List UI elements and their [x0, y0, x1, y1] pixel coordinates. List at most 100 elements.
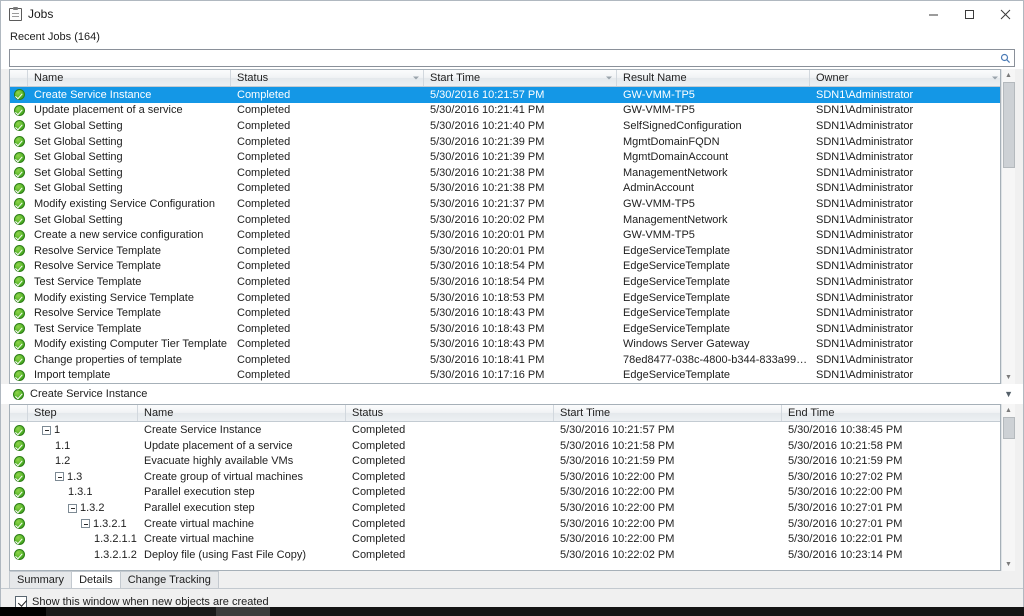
tab-summary[interactable]: Summary: [9, 571, 73, 589]
table-row[interactable]: 1 Create Service Instance Completed 5/30/20…: [10, 422, 1000, 438]
detail-header-status[interactable]: Status: [346, 405, 554, 422]
search-input[interactable]: [14, 50, 998, 66]
table-row[interactable]: Test Service Template Completed 5/30/2016 …: [10, 321, 1000, 337]
tree-collapse-icon[interactable]: [68, 503, 77, 513]
table-row[interactable]: 1.3.2.1 Create virtual machine Completed 5/…: [10, 516, 1000, 532]
tree-collapse-icon[interactable]: [42, 425, 51, 435]
jobs-header-result-name[interactable]: Result Name: [617, 70, 810, 86]
cell-status: Completed: [352, 470, 406, 483]
cell-owner: SDN1\Administrator: [816, 322, 914, 335]
detail-header-name[interactable]: Name: [138, 405, 346, 422]
table-row[interactable]: 1.1 Update placement of a service Complete…: [10, 438, 1000, 454]
cell-result: 78ed8477-038c-4800-b344-833a998eae99: [623, 353, 810, 366]
filter-chevron-icon[interactable]: [413, 76, 419, 80]
table-row[interactable]: Set Global Setting Completed 5/30/2016 10:…: [10, 165, 1000, 181]
table-row[interactable]: Import template Completed 5/30/2016 10:17:…: [10, 368, 1000, 384]
cell-owner: SDN1\Administrator: [816, 119, 914, 132]
tree-collapse-icon[interactable]: [81, 519, 90, 529]
table-row[interactable]: Update placement of a service Completed 5/…: [10, 103, 1000, 119]
table-row[interactable]: Modify existing Computer Tier Template Co…: [10, 337, 1000, 353]
tree-collapse-icon[interactable]: [55, 472, 64, 482]
cell-status: Completed: [237, 182, 291, 195]
jobs-header-icon[interactable]: [10, 70, 28, 86]
status-cell: [10, 104, 28, 116]
table-row[interactable]: Set Global Setting Completed 5/30/2016 10:…: [10, 149, 1000, 165]
column-label: Result Name: [623, 72, 687, 84]
jobs-scroll-track[interactable]: [1002, 82, 1016, 371]
cell-end: 5/30/2016 10:27:02 PM: [788, 470, 903, 483]
cell-start: 5/30/2016 10:18:53 PM: [430, 291, 545, 304]
detail-grid-body[interactable]: 1 Create Service Instance Completed 5/30/20…: [10, 422, 1000, 570]
minimize-button[interactable]: [915, 1, 951, 27]
tab-change-tracking[interactable]: Change Tracking: [119, 571, 219, 589]
column-label: Status: [352, 407, 384, 420]
cell-end: 5/30/2016 10:21:59 PM: [788, 455, 903, 468]
detail-header-icon[interactable]: [10, 405, 28, 422]
filter-chevron-icon[interactable]: [992, 76, 998, 80]
detail-scroll-thumb[interactable]: [1002, 417, 1015, 440]
cell-result: EdgeServiceTemplate: [623, 307, 731, 320]
chevron-down-icon[interactable]: ▼: [1004, 389, 1013, 399]
table-row[interactable]: Resolve Service Template Completed 5/30/20…: [10, 305, 1000, 321]
column-label: End Time: [788, 407, 835, 420]
show-window-option[interactable]: Show this window when new objects are cr…: [1, 589, 1023, 609]
cell-start: 5/30/2016 10:21:59 PM: [560, 455, 675, 468]
cell-start: 5/30/2016 10:22:00 PM: [560, 517, 675, 530]
detail-scroll-up-icon[interactable]: ▲: [1002, 404, 1016, 417]
table-row[interactable]: 1.3.2.1.1 Create virtual machine Completed…: [10, 531, 1000, 547]
search-icon[interactable]: [998, 53, 1012, 64]
table-row[interactable]: Resolve Service Template Completed 5/30/20…: [10, 243, 1000, 259]
table-row[interactable]: Create Service Instance Completed 5/30/201…: [10, 87, 1000, 103]
table-row[interactable]: 1.2 Evacuate highly available VMs Complete…: [10, 453, 1000, 469]
table-row[interactable]: Set Global Setting Completed 5/30/2016 10:…: [10, 134, 1000, 150]
table-row[interactable]: 1.3.2 Parallel execution step Completed 5/3…: [10, 500, 1000, 516]
jobs-scroll-thumb[interactable]: [1002, 82, 1015, 168]
cell-status: Completed: [237, 119, 291, 132]
filter-chevron-icon[interactable]: [606, 76, 612, 80]
table-row[interactable]: Test Service Template Completed 5/30/2016 …: [10, 274, 1000, 290]
jobs-header-status[interactable]: Status: [231, 70, 424, 86]
cell-start: 5/30/2016 10:20:01 PM: [430, 244, 545, 257]
detail-header-step[interactable]: Step: [28, 405, 138, 422]
cell-owner: SDN1\Administrator: [816, 275, 914, 288]
jobs-header-owner[interactable]: Owner: [810, 70, 1000, 86]
cell-start: 5/30/2016 10:18:43 PM: [430, 338, 545, 351]
table-row[interactable]: 1.3 Create group of virtual machines Compl…: [10, 469, 1000, 485]
table-row[interactable]: Set Global Setting Completed 5/30/2016 10:…: [10, 181, 1000, 197]
status-cell: [10, 549, 28, 561]
jobs-header-name[interactable]: Name: [28, 70, 231, 86]
cell-start: 5/30/2016 10:18:54 PM: [430, 260, 545, 273]
detail-header-end-time[interactable]: End Time: [782, 405, 1000, 421]
status-completed-icon: [13, 198, 25, 210]
detail-grid: Step Name Status Start Time End Time 1 Create…: [9, 404, 1001, 572]
table-row[interactable]: 1.3.2.1.2 Deploy file (using Fast File Co…: [10, 547, 1000, 563]
table-row[interactable]: 1.3.1 Parallel execution step Completed 5/3…: [10, 485, 1000, 501]
cell-start: 5/30/2016 10:21:38 PM: [430, 182, 545, 195]
table-row[interactable]: Create a new service configuration Comple…: [10, 227, 1000, 243]
table-row[interactable]: Change properties of template Completed 5/…: [10, 352, 1000, 368]
maximize-button[interactable]: [951, 1, 987, 27]
table-row[interactable]: Set Global Setting Completed 5/30/2016 10:…: [10, 212, 1000, 228]
close-button[interactable]: [987, 1, 1023, 27]
cell-end: 5/30/2016 10:23:14 PM: [788, 548, 903, 561]
search-box[interactable]: [9, 49, 1015, 67]
cell-name: Create a new service configuration: [34, 229, 204, 242]
detail-scrollbar[interactable]: ▲ ▼: [1001, 404, 1016, 572]
scroll-down-icon[interactable]: ▼: [1002, 371, 1016, 384]
status-completed-icon: [13, 307, 25, 319]
jobs-grid-body[interactable]: Create Service Instance Completed 5/30/201…: [10, 87, 1000, 383]
detail-scroll-down-icon[interactable]: ▼: [1002, 558, 1016, 571]
jobs-header-start-time[interactable]: Start Time: [424, 70, 617, 86]
tab-details[interactable]: Details: [71, 571, 121, 589]
cell-result: EdgeServiceTemplate: [623, 369, 731, 382]
scroll-up-icon[interactable]: ▲: [1002, 69, 1016, 82]
cell-end: 5/30/2016 10:22:00 PM: [788, 486, 903, 499]
table-row[interactable]: Modify existing Service Configuration Com…: [10, 196, 1000, 212]
jobs-scrollbar[interactable]: ▲ ▼: [1001, 69, 1016, 385]
table-row[interactable]: Resolve Service Template Completed 5/30/20…: [10, 259, 1000, 275]
cell-step: 1: [28, 424, 138, 436]
table-row[interactable]: Modify existing Service Template Complete…: [10, 290, 1000, 306]
table-row[interactable]: Set Global Setting Completed 5/30/2016 10:…: [10, 118, 1000, 134]
detail-header-start-time[interactable]: Start Time: [554, 405, 782, 422]
detail-scroll-track[interactable]: [1002, 417, 1016, 558]
